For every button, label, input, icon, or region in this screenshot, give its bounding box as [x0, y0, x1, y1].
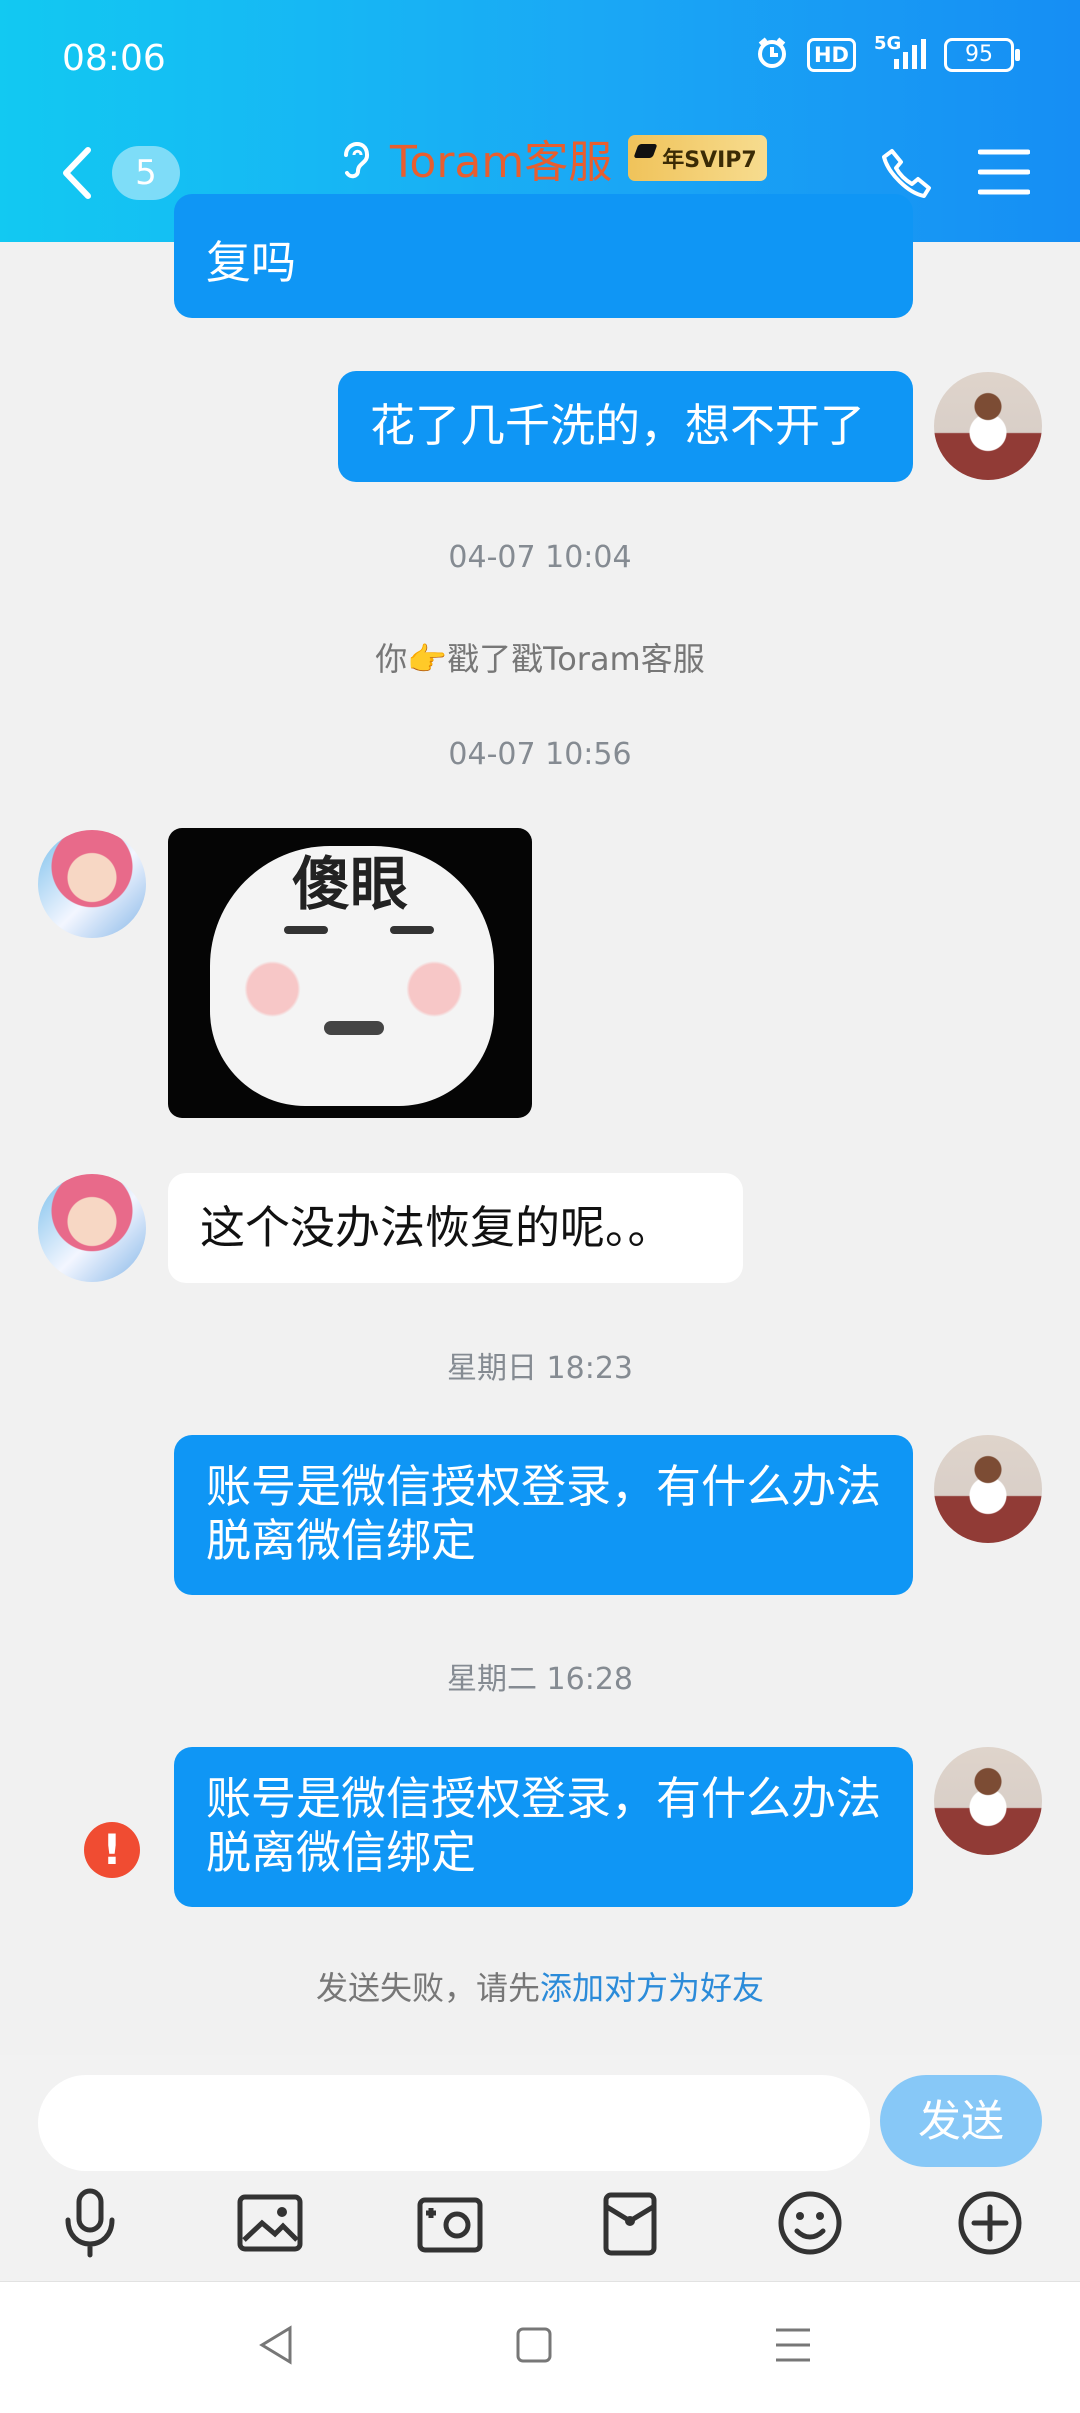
meme-eye: [390, 926, 434, 934]
message-composer: 发送: [0, 2055, 1080, 2281]
ear-icon: [336, 133, 374, 183]
my-avatar[interactable]: [934, 1747, 1042, 1855]
nav-menu-icon[interactable]: [772, 2324, 814, 2370]
status-icons: HD 5G 95: [755, 33, 1020, 74]
camera-icon[interactable]: [414, 2187, 486, 2259]
send-failed-icon[interactable]: !: [84, 1822, 140, 1878]
signal-icon: 5G: [874, 33, 926, 73]
previous-sent-message[interactable]: 复吗: [174, 194, 913, 318]
message-timestamp: 星期日 18:23: [447, 1351, 633, 1386]
message-timestamp: 04-07 10:56: [448, 737, 632, 772]
message-text: 这个没办法恢复的呢。。: [200, 1201, 673, 1254]
mic-icon[interactable]: [54, 2187, 126, 2259]
failed-message[interactable]: 账号是微信授权登录，有什么办法脱离微信绑定: [174, 1747, 913, 1907]
system-navigation-bar: [0, 2281, 1080, 2413]
nav-home-icon[interactable]: [515, 2324, 553, 2370]
service-avatar[interactable]: [38, 830, 146, 938]
title-row[interactable]: Toram客服 年SVIP7: [336, 126, 767, 190]
service-avatar[interactable]: [38, 1174, 146, 1282]
meme-mouth: [324, 1021, 384, 1035]
network-label: 5G: [874, 33, 902, 54]
menu-icon[interactable]: [977, 148, 1031, 200]
meme-caption: 傻眼: [291, 850, 408, 918]
message-timestamp: 星期二 16:28: [447, 1662, 633, 1697]
failed-text: 发送失败，请先: [315, 1969, 540, 2007]
send-failed-notice: 发送失败，请先添加对方为好友: [0, 1963, 1080, 2009]
send-button[interactable]: 发送: [880, 2075, 1042, 2167]
message-text: 账号是微信授权登录，有什么办法脱离微信绑定: [206, 1772, 882, 1879]
hd-icon: HD: [806, 38, 856, 72]
alarm-icon: [755, 36, 789, 74]
svip-badge: 年SVIP7: [628, 135, 767, 181]
my-avatar[interactable]: [934, 372, 1042, 480]
back-icon[interactable]: [58, 146, 94, 204]
message-text: 复吗: [206, 236, 297, 289]
battery-icon: 95: [944, 38, 1020, 72]
message-text: 花了几千洗的，想不开了: [370, 399, 866, 452]
my-avatar[interactable]: [934, 1435, 1042, 1543]
message-input[interactable]: [38, 2075, 870, 2171]
emoji-icon[interactable]: [774, 2187, 846, 2259]
unread-badge[interactable]: 5: [112, 146, 180, 200]
nav-back-icon[interactable]: [256, 2324, 296, 2370]
sent-message[interactable]: 花了几千洗的，想不开了: [338, 371, 913, 482]
add-friend-link[interactable]: 添加对方为好友: [540, 1969, 764, 2007]
image-icon[interactable]: [234, 2187, 306, 2259]
received-message[interactable]: 这个没办法恢复的呢。。: [168, 1173, 743, 1283]
sent-message[interactable]: 账号是微信授权登录，有什么办法脱离微信绑定: [174, 1435, 913, 1595]
red-packet-icon[interactable]: [594, 2187, 666, 2259]
message-text: 账号是微信授权登录，有什么办法脱离微信绑定: [206, 1460, 882, 1567]
message-timestamp: 04-07 10:04: [448, 540, 632, 575]
contact-title[interactable]: Toram客服: [390, 126, 612, 190]
meme-eye: [284, 926, 328, 934]
poke-notice: 你👉戳了戳Toram客服: [375, 640, 705, 678]
plus-icon[interactable]: [954, 2187, 1026, 2259]
status-time: 08:06: [62, 38, 166, 79]
meme-image[interactable]: 傻眼: [168, 828, 532, 1118]
